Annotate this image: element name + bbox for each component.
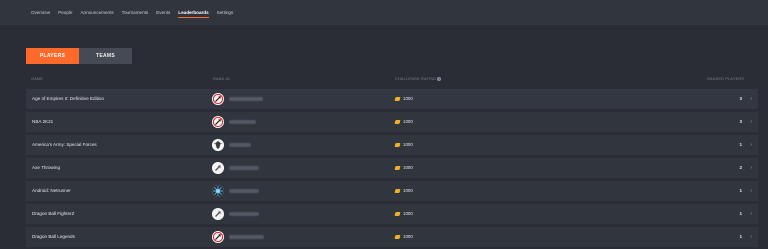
coin-icon [394,143,401,147]
game-name: Android: Netrunner [32,188,71,193]
tab-announcements[interactable]: Announcements [80,0,113,25]
header-rank: Rank #1 [213,77,231,81]
coin-icon [394,97,401,101]
chevron-right-icon[interactable]: › [750,227,752,247]
player-name-blurred [229,166,259,170]
coin-icon [394,166,401,170]
ranked-count: 1 [739,234,742,239]
coin-icon [394,212,401,216]
ranked-count: 3 [739,119,742,124]
table-header: Game Rank #1 Challenge Rating i Ranked P… [26,74,758,85]
chevron-right-icon[interactable]: › [750,112,752,132]
ranked-count: 1 [739,211,742,216]
player-avatar [212,208,224,220]
challenge-rating: 1000 [394,181,413,201]
challenge-rating: 1000 [394,135,413,155]
header-rating-label: Challenge Rating [395,77,437,81]
player-name-blurred [229,189,259,193]
rating-value: 1000 [403,142,413,147]
player-avatar [212,185,224,197]
player-name-blurred [229,212,259,216]
player-name-blurred [229,97,263,101]
game-name: Axe Throwing [32,165,61,170]
info-icon[interactable]: i [437,77,442,81]
chevron-right-icon[interactable]: › [750,204,752,224]
player-avatar [212,116,224,128]
game-name: Dragon Ball Legends [32,234,75,239]
rating-value: 1000 [403,188,413,193]
game-name: America's Army: Special Forces [32,142,97,147]
table-row[interactable]: NBA 2K21 1000 3 › [26,112,758,132]
player-name-blurred [229,143,251,147]
chevron-right-icon[interactable]: › [750,181,752,201]
table-row[interactable]: America's Army: Special Forces 1000 1 › [26,135,758,155]
table-row[interactable]: Age of Empires II: Definitive Edition 100… [26,89,758,109]
header-rating: Challenge Rating i [395,77,442,81]
chevron-right-icon[interactable]: › [750,135,752,155]
tab-overview[interactable]: Overview [31,0,50,25]
rating-value: 1000 [403,96,413,101]
table-row[interactable]: Android: Netrunner 1000 1 › [26,181,758,201]
coin-icon [394,120,401,124]
rating-value: 1000 [403,165,413,170]
player-avatar [212,139,224,151]
nav-tabs: Overview People Announcements Tournament… [31,0,233,25]
player-avatar [212,162,224,174]
game-name: Age of Empires II: Definitive Edition [32,96,105,101]
challenge-rating: 1000 [394,227,413,247]
ranked-count: 1 [739,142,742,147]
chevron-right-icon[interactable]: › [750,89,752,109]
top-nav: Overview People Announcements Tournament… [0,0,768,25]
coin-icon [394,235,401,239]
tab-events[interactable]: Events [156,0,170,25]
challenge-rating: 1000 [394,204,413,224]
game-name: NBA 2K21 [32,119,54,124]
header-game: Game [31,77,43,81]
rating-value: 1000 [403,234,413,239]
player-name-blurred [229,235,264,239]
tab-tournaments[interactable]: Tournaments [122,0,149,25]
ranked-count: 2 [739,165,742,170]
header-ranked-players: Ranked Players [707,77,744,81]
table-row[interactable]: Dragon Ball Legends 1000 1 › [26,227,758,247]
tab-settings[interactable]: Settings [217,0,234,25]
tab-leaderboards[interactable]: Leaderboards [178,0,210,25]
tab-people[interactable]: People [58,0,72,25]
rating-value: 1000 [403,211,413,216]
table-row[interactable]: Dragon Ball FighterZ 1000 1 › [26,204,758,224]
leaderboard-list: Age of Empires II: Definitive Edition 100… [26,89,758,249]
table-row[interactable]: Axe Throwing 1000 2 › [26,158,758,178]
players-toggle-button[interactable]: PLAYERS [26,48,79,64]
player-avatar [212,93,224,105]
player-avatar [212,231,224,243]
coin-icon [394,189,401,193]
ranked-count: 1 [739,188,742,193]
ranked-count: 3 [739,96,742,101]
chevron-right-icon[interactable]: › [750,158,752,178]
teams-toggle-button[interactable]: TEAMS [79,48,132,64]
game-name: Dragon Ball FighterZ [32,211,75,216]
challenge-rating: 1000 [394,112,413,132]
rating-value: 1000 [403,119,413,124]
challenge-rating: 1000 [394,89,413,109]
challenge-rating: 1000 [394,158,413,178]
player-name-blurred [229,120,256,124]
players-teams-toggle: PLAYERS TEAMS [26,48,132,64]
